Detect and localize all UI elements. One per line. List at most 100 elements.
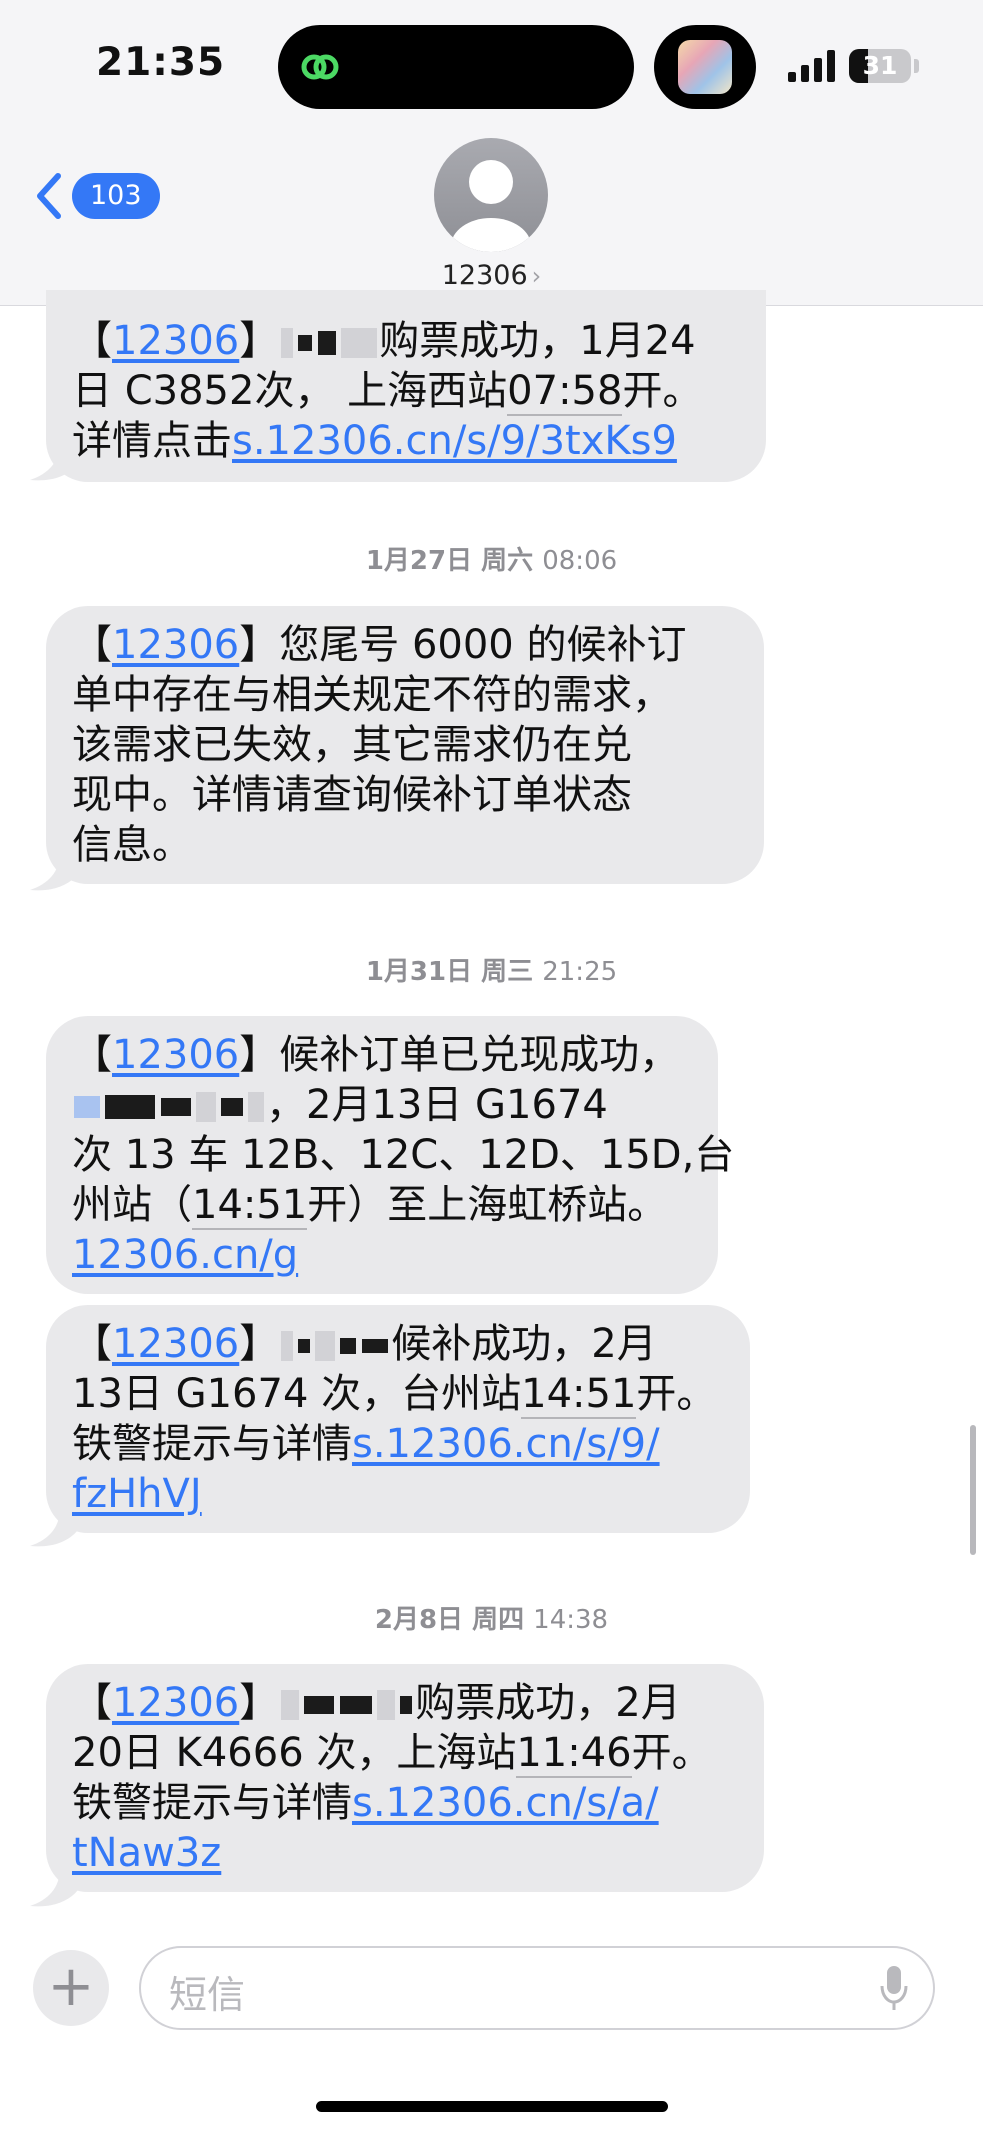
message-input[interactable]: 短信 (139, 1946, 935, 2030)
scrollbar[interactable] (970, 1425, 976, 1555)
detected-time[interactable]: 11:46 (516, 1730, 632, 1778)
conversation-header: 21:35 31 103 12306 › (0, 0, 983, 306)
unread-count-badge: 103 (72, 173, 160, 219)
message-link[interactable]: fzHhVJ (72, 1471, 202, 1517)
message-text: 您尾号 6000 的候补订 (279, 622, 687, 668)
timestamp-date: 1月31日 周三 (365, 957, 534, 987)
timestamp-date: 1月27日 周六 (365, 546, 534, 576)
redaction-mask (400, 1696, 413, 1714)
redaction-mask (74, 1096, 100, 1118)
message-text: 购票成功，2月 (415, 1680, 681, 1726)
redaction-mask (161, 1098, 191, 1116)
detected-time[interactable]: 14:51 (521, 1371, 637, 1419)
redaction-mask (281, 328, 294, 358)
contact-name[interactable]: 12306 › (0, 260, 983, 291)
bubble-tail (30, 1508, 78, 1547)
message-bubble[interactable]: 【12306】您尾号 6000 的候补订 单中存在与相关规定不符的需求， 该需求… (46, 606, 764, 884)
redaction-mask (340, 1696, 373, 1714)
message-text: 次 13 车 12B、12C、12D、15D,台 (72, 1132, 735, 1178)
battery-cap (914, 59, 919, 73)
message-text: 单中存在与相关规定不符的需求， (72, 672, 672, 718)
status-time: 21:35 (96, 40, 226, 85)
timestamp: 2月8日 周四 14:38 (0, 1599, 983, 1636)
timestamp-time: 14:38 (533, 1605, 609, 1635)
back-button[interactable]: 103 (34, 170, 160, 222)
message-bubble[interactable]: 【12306】 候补成功，2月 13日 G1674 次，台州站14:51开。 铁警… (46, 1305, 750, 1533)
microphone-icon[interactable] (879, 1962, 909, 2014)
redaction-mask (248, 1092, 264, 1122)
contact-avatar[interactable] (434, 138, 548, 252)
message-text: 购票成功，1月24 (379, 318, 696, 364)
message-text: 日 C3852 (72, 368, 255, 414)
message-bubble[interactable]: 【12306】候补订单已兑现成功， ，2月13日 G1674 次 13 车 12… (46, 1016, 735, 1294)
message-text: 现中。详情请查询候补订单状态 (72, 772, 632, 818)
message-text: 次， (254, 368, 335, 414)
message-input-placeholder: 短信 (169, 1973, 246, 2017)
redaction-mask (315, 1331, 336, 1361)
timestamp: 1月31日 周三 21:25 (0, 951, 983, 988)
redaction-mask (298, 1339, 311, 1353)
plus-icon: + (47, 1954, 95, 2019)
bubble-tail (30, 1868, 78, 1907)
sender-link[interactable]: 12306 (112, 622, 239, 668)
battery-percent: 31 (862, 51, 898, 80)
app-thumbnail-icon (678, 40, 732, 94)
timestamp: 1月27日 周六 08:06 (0, 540, 983, 577)
redaction-mask (196, 1092, 216, 1122)
add-attachment-button[interactable]: + (33, 1950, 109, 2026)
bubble-tail (30, 852, 78, 891)
message-text: ，2月13日 G1674 (266, 1082, 608, 1128)
sender-link[interactable]: 12306 (112, 318, 239, 364)
message-text: 铁警提示与详情 (72, 1780, 352, 1826)
timestamp-time: 21:25 (542, 957, 618, 987)
chevron-right-icon: › (531, 262, 542, 290)
contact-name-text: 12306 (441, 260, 528, 291)
home-indicator[interactable] (316, 2101, 668, 2112)
sender-link[interactable]: 12306 (112, 1032, 239, 1078)
detected-time[interactable]: 14:51 (192, 1182, 308, 1230)
dynamic-island (278, 25, 634, 109)
cellular-signal-icon (788, 50, 835, 82)
message-text: 开。 (631, 1730, 712, 1776)
redaction-mask (362, 1339, 389, 1353)
message-text: 州站（ (72, 1182, 192, 1228)
message-link[interactable]: s.12306.cn/s/9/ (352, 1421, 660, 1467)
message-link[interactable]: s.12306.cn/s/a/ (352, 1780, 659, 1826)
message-text: 信息。 (72, 822, 192, 868)
redaction-mask (304, 1696, 335, 1714)
detected-time[interactable]: 07:58 (507, 368, 623, 416)
message-text: 上海西站 (347, 368, 508, 414)
redaction-mask (281, 1331, 294, 1361)
sender-link[interactable]: 12306 (112, 1680, 239, 1726)
message-link[interactable]: tNaw3z (72, 1830, 221, 1876)
message-bubble[interactable]: 【12306】 购票成功，1月24 日 C3852次， 上海西站07:58开。 详… (46, 290, 766, 482)
message-text: 该需求已失效，其它需求仍在兑 (72, 722, 632, 768)
battery-icon: 31 (849, 49, 911, 83)
redaction-mask (105, 1095, 155, 1119)
timestamp-date: 2月8日 周四 (374, 1605, 525, 1635)
message-text: 13日 G1674 次，台州站 (72, 1371, 522, 1417)
message-text: 20日 K4666 次，上海站 (72, 1730, 517, 1776)
redaction-mask (298, 335, 313, 351)
message-bubble[interactable]: 【12306】 购票成功，2月 20日 K4666 次，上海站11:46开。 铁警… (46, 1664, 764, 1892)
message-link[interactable]: s.12306.cn/s/9/3txKs9 (232, 418, 677, 464)
person-icon (451, 160, 531, 252)
message-text: 开）至上海虹桥站。 (307, 1182, 668, 1228)
message-link[interactable]: 12306.cn/g (72, 1232, 298, 1278)
bubble-tail (30, 442, 78, 481)
sender-link[interactable]: 12306 (112, 1321, 239, 1367)
message-text: 详情点击 (72, 418, 232, 464)
timestamp-time: 08:06 (542, 546, 618, 576)
redaction-mask (221, 1098, 243, 1116)
redaction-mask (377, 1690, 396, 1720)
message-text: 候补成功，2月 (391, 1321, 657, 1367)
message-text: 开。 (622, 368, 703, 414)
redaction-mask (318, 331, 337, 355)
live-activity-app (654, 25, 756, 109)
redaction-mask (281, 1690, 300, 1720)
redaction-mask (340, 1338, 357, 1354)
redaction-mask (341, 328, 378, 358)
message-text: 铁警提示与详情 (72, 1421, 352, 1467)
link-app-icon (301, 54, 339, 80)
chevron-left-icon (37, 173, 61, 219)
